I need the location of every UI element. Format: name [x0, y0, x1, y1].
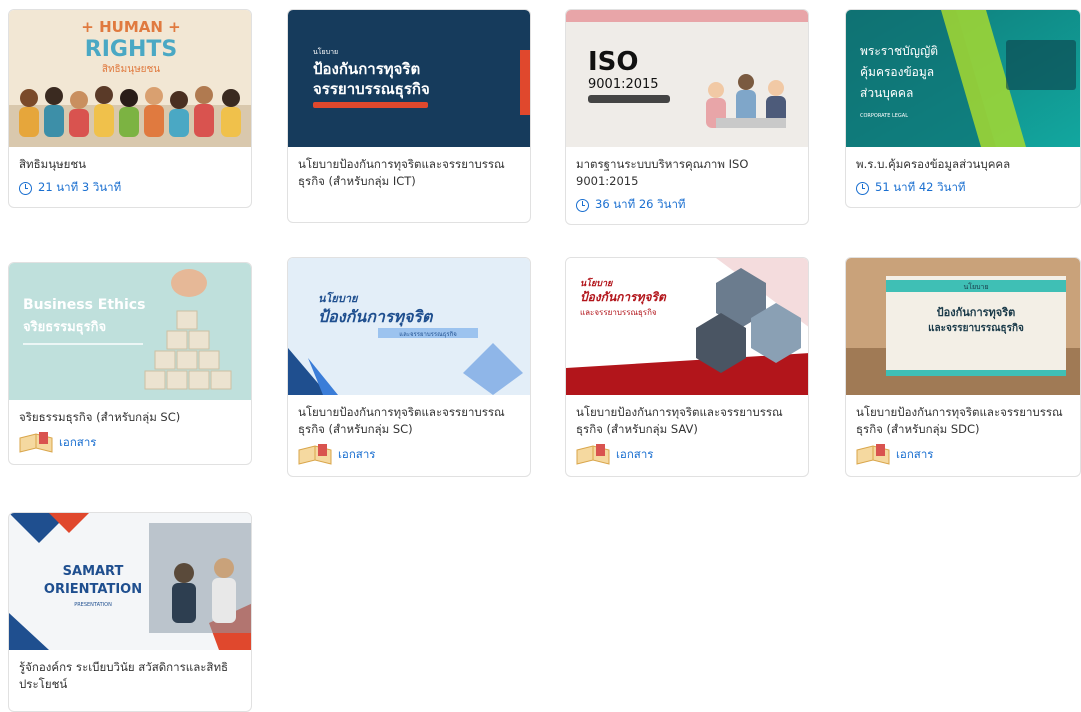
thumb-text: ISO	[588, 47, 639, 77]
course-title: รู้จักองค์กร ระเบียบวินัย สวัสดิการและสิ…	[19, 660, 229, 691]
course-title: นโยบายป้องกันการทุจริตและจรรยาบรรณธุรกิจ…	[298, 405, 505, 436]
document-text: เอกสาร	[616, 447, 654, 461]
duration-text: 21 นาที 3 วินาที	[38, 180, 122, 194]
thumb-text: นโยบาย	[580, 277, 614, 289]
thumb-text: นโยบาย	[963, 282, 988, 291]
clock-icon	[856, 181, 869, 195]
course-type: เอกสาร	[576, 444, 798, 466]
document-icon	[576, 444, 610, 465]
course-type: เอกสาร	[298, 444, 520, 466]
thumb-text: ป้องกันการทุจริต	[937, 306, 1016, 320]
thumb-text: พระราชบัญญัติ	[860, 44, 938, 58]
course-thumbnail-anti-corruption-ict[interactable]: นโยบาย ป้องกันการทุจริต จรรยาบรรณธุรกิจ	[288, 10, 530, 147]
thumb-text: และจรรยาบรรณธุรกิจ	[580, 308, 657, 317]
document-text: เอกสาร	[338, 447, 376, 461]
course-title: นโยบายป้องกันการทุจริตและจรรยาบรรณธุรกิจ…	[576, 405, 783, 436]
thumb-text: SAMART	[63, 564, 124, 579]
document-text: เอกสาร	[59, 435, 97, 449]
thumb-text: และจรรยาบรรณธุรกิจ	[928, 322, 1024, 334]
thumb-text: CORPORATE LEGAL	[860, 113, 908, 119]
course-thumbnail-iso[interactable]: ISO 9001:2015	[566, 10, 808, 147]
course-card[interactable]: นโยบาย ป้องกันการทุจริต และจรรยาบรรณธุรก…	[845, 257, 1081, 477]
course-card[interactable]: นโยบาย ป้องกันการทุจริต และจรรยาบรรณธุรก…	[287, 257, 531, 477]
thumb-text: จริยธรรมธุรกิจ	[23, 320, 106, 335]
course-card[interactable]: ISO 9001:2015 มาตรฐานระบบบริหารคุณภาพ IS…	[565, 9, 809, 225]
course-thumbnail-human-rights[interactable]: + HUMAN + RIGHTS สิทธิมนุษยชน	[9, 10, 251, 147]
thumb-text: PRESENTATION	[74, 602, 112, 608]
course-title: สิทธิมนุษยชน	[19, 157, 87, 171]
thumb-text: ORIENTATION	[44, 582, 142, 597]
thumb-text: ป้องกันการทุจริต	[580, 290, 667, 305]
course-thumbnail-anti-corruption-sc[interactable]: นโยบาย ป้องกันการทุจริต และจรรยาบรรณธุรก…	[288, 258, 530, 395]
course-type: เอกสาร	[856, 444, 1070, 466]
course-duration: 36 นาที 26 วินาที	[576, 196, 798, 214]
course-card[interactable]: พระราชบัญญัติ คุ้มครองข้อมูล ส่วนบุคคล C…	[845, 9, 1081, 208]
duration-text: 51 นาที 42 วินาที	[875, 180, 966, 194]
course-thumbnail-business-ethics[interactable]: Business Ethics จริยธรรมธุรกิจ	[9, 263, 251, 400]
thumb-text: สิทธิมนุษยชน	[102, 64, 160, 75]
course-card[interactable]: SAMART ORIENTATION PRESENTATION รู้จักอง…	[8, 512, 252, 712]
clock-icon	[19, 181, 32, 195]
document-icon	[856, 444, 890, 465]
thumb-text: 9001:2015	[588, 77, 659, 92]
course-thumbnail-orientation[interactable]: SAMART ORIENTATION PRESENTATION	[9, 513, 251, 650]
thumb-text: ส่วนบุคคล	[860, 86, 913, 101]
thumb-text: Business Ethics	[23, 297, 145, 313]
document-text: เอกสาร	[896, 447, 934, 461]
course-duration: 21 นาที 3 วินาที	[19, 179, 241, 197]
course-card[interactable]: + HUMAN + RIGHTS สิทธิมนุษยชน สิทธิมนุษย…	[8, 9, 252, 208]
duration-text: 36 นาที 26 วินาที	[595, 197, 686, 211]
course-type: เอกสาร	[19, 432, 241, 454]
course-card[interactable]: Business Ethics จริยธรรมธุรกิจ จริยธรรมธ…	[8, 262, 252, 465]
thumb-text: นโยบาย	[313, 47, 338, 56]
course-card[interactable]: นโยบาย ป้องกันการทุจริต และจรรยาบรรณธุรก…	[565, 257, 809, 477]
course-title: นโยบายป้องกันการทุจริตและจรรยาบรรณธุรกิจ…	[298, 157, 505, 188]
thumb-text: นโยบาย	[318, 291, 359, 305]
thumb-text: RIGHTS	[85, 37, 177, 62]
thumb-text: คุ้มครองข้อมูล	[860, 65, 934, 80]
course-title: มาตรฐานระบบบริหารคุณภาพ ISO 9001:2015	[576, 157, 749, 188]
course-title: พ.ร.บ.คุ้มครองข้อมูลส่วนบุคคล	[856, 157, 1011, 171]
course-thumbnail-pdpa[interactable]: พระราชบัญญัติ คุ้มครองข้อมูล ส่วนบุคคล C…	[846, 10, 1080, 147]
course-thumbnail-anti-corruption-sav[interactable]: นโยบาย ป้องกันการทุจริต และจรรยาบรรณธุรก…	[566, 258, 808, 395]
thumb-text: จรรยาบรรณธุรกิจ	[313, 80, 430, 99]
document-icon	[298, 444, 332, 465]
course-card[interactable]: นโยบาย ป้องกันการทุจริต จรรยาบรรณธุรกิจ …	[287, 9, 531, 223]
clock-icon	[576, 198, 589, 212]
course-thumbnail-anti-corruption-sdc[interactable]: นโยบาย ป้องกันการทุจริต และจรรยาบรรณธุรก…	[846, 258, 1080, 395]
course-title: นโยบายป้องกันการทุจริตและจรรยาบรรณธุรกิจ…	[856, 405, 1063, 436]
thumb-text: ป้องกันการทุจริต	[318, 307, 434, 327]
document-icon	[19, 432, 53, 453]
thumb-text: ป้องกันการทุจริต	[313, 60, 420, 79]
thumb-text: และจรรยาบรรณธุรกิจ	[399, 331, 456, 338]
thumb-text: + HUMAN +	[81, 18, 180, 36]
course-duration: 51 นาที 42 วินาที	[856, 179, 1070, 197]
course-title: จริยธรรมธุรกิจ (สำหรับกลุ่ม SC)	[19, 410, 181, 424]
